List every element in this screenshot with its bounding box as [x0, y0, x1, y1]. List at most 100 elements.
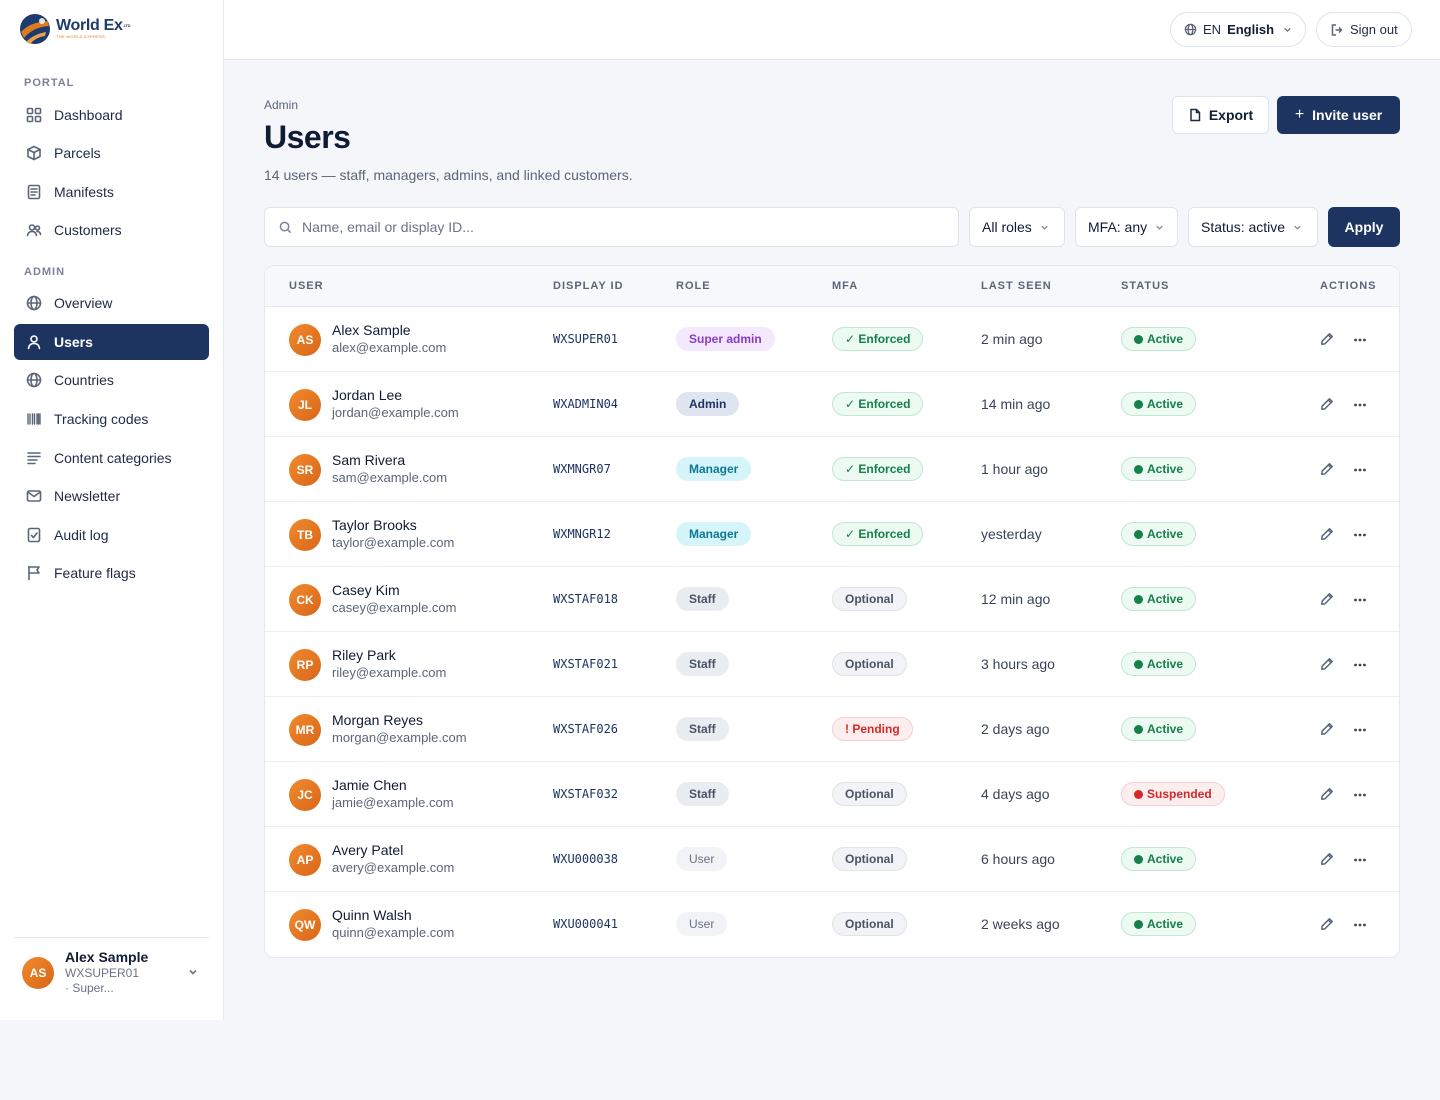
more-options-icon[interactable] [1353, 398, 1367, 412]
status-label: Active [1147, 527, 1184, 541]
edit-icon[interactable] [1320, 917, 1334, 931]
edit-icon[interactable] [1320, 332, 1334, 346]
sidebar-item-countries[interactable]: Countries [14, 362, 209, 398]
status-filter-select[interactable]: Status: active [1188, 207, 1318, 247]
sidebar-item-feature-flags[interactable]: Feature flags [14, 555, 209, 591]
table-row[interactable]: MR Morgan Reyes morgan@example.com WXSTA… [265, 697, 1399, 762]
sidebar-item-dashboard[interactable]: Dashboard [14, 97, 209, 133]
status-badge: Active [1121, 392, 1197, 416]
apply-filters-button[interactable]: Apply [1328, 207, 1400, 247]
column-header-role[interactable]: ROLE [676, 280, 711, 292]
more-options-icon[interactable] [1353, 463, 1367, 477]
sidebar-item-tracking-codes[interactable]: Tracking codes [14, 401, 209, 437]
more-options-icon[interactable] [1353, 918, 1367, 932]
user-name[interactable]: Alex Sample [332, 322, 411, 338]
edit-icon[interactable] [1320, 592, 1334, 606]
edit-icon[interactable] [1320, 397, 1334, 411]
user-name[interactable]: Sam Rivera [332, 452, 405, 468]
more-options-icon[interactable] [1353, 593, 1367, 607]
mfa-filter-select[interactable]: MFA: any [1075, 207, 1178, 247]
status-dot-icon [1134, 659, 1143, 669]
user-name[interactable]: Jamie Chen [332, 777, 407, 793]
sign-out-button[interactable]: Sign out [1316, 12, 1412, 47]
sidebar-item-overview[interactable]: Overview [14, 285, 209, 321]
user-name[interactable]: Jordan Lee [332, 387, 402, 403]
table-row[interactable]: JC Jamie Chen jamie@example.com WXSTAF03… [265, 762, 1399, 827]
role-badge: Admin [676, 392, 740, 416]
status-label: Active [1147, 722, 1184, 736]
edit-icon[interactable] [1320, 657, 1334, 671]
user-name[interactable]: Avery Patel [332, 842, 403, 858]
user-name[interactable]: Casey Kim [332, 582, 400, 598]
more-options-icon[interactable] [1353, 723, 1367, 737]
search-field[interactable] [264, 207, 959, 247]
export-button[interactable]: Export [1172, 96, 1269, 134]
edit-icon[interactable] [1320, 852, 1334, 866]
table-row[interactable]: TB Taylor Brooks taylor@example.com WXMN… [265, 502, 1399, 567]
user-email: jordan@example.com [332, 405, 459, 420]
column-header-mfa[interactable]: MFA [832, 280, 858, 292]
edit-icon[interactable] [1320, 527, 1334, 541]
role-badge: User [676, 912, 728, 936]
column-header-status[interactable]: STATUS [1121, 280, 1169, 292]
search-input[interactable] [302, 219, 922, 235]
language-selector[interactable]: EN English [1170, 12, 1306, 47]
user-name[interactable]: Taylor Brooks [332, 517, 417, 533]
edit-icon[interactable] [1320, 787, 1334, 801]
user-name[interactable]: Morgan Reyes [332, 712, 423, 728]
mfa-badge: ✓ Enforced [832, 327, 924, 351]
user-name[interactable]: Quinn Walsh [332, 907, 412, 923]
edit-icon[interactable] [1320, 722, 1334, 736]
breadcrumb[interactable]: Admin [264, 98, 298, 112]
column-header-display-id[interactable]: DISPLAY ID [553, 280, 624, 292]
sidebar-item-users[interactable]: Users [14, 324, 209, 360]
grid-icon [26, 107, 42, 123]
brand-tagline: THE WORLD EXPRESS [56, 34, 106, 39]
more-options-icon[interactable] [1353, 528, 1367, 542]
avatar: CK [289, 584, 321, 616]
more-options-icon[interactable] [1353, 658, 1367, 672]
role-badge: Staff [676, 782, 729, 806]
more-options-icon[interactable] [1353, 788, 1367, 802]
invite-user-button[interactable]: + Invite user [1277, 96, 1400, 134]
globe-icon [26, 295, 42, 311]
column-header-last-seen[interactable]: LAST SEEN [981, 280, 1052, 292]
sidebar-item-parcels[interactable]: Parcels [14, 135, 209, 171]
sidebar-item-label: Parcels [54, 145, 101, 161]
avatar: JL [289, 389, 321, 421]
mfa-filter-value: MFA: any [1088, 219, 1148, 235]
sidebar-item-audit-log[interactable]: Audit log [14, 517, 209, 553]
user-name[interactable]: Riley Park [332, 647, 396, 663]
column-header-user[interactable]: USER [289, 280, 324, 292]
sidebar-item-newsletter[interactable]: Newsletter [14, 478, 209, 514]
table-row[interactable]: SR Sam Rivera sam@example.com WXMNGR07 M… [265, 437, 1399, 502]
mfa-badge: Optional [832, 587, 907, 611]
status-dot-icon [1134, 399, 1143, 409]
edit-icon[interactable] [1320, 462, 1334, 476]
current-user-card[interactable]: AS Alex Sample WXSUPER01 · Super... [14, 937, 209, 1007]
more-options-icon[interactable] [1353, 853, 1367, 867]
table-row[interactable]: CK Casey Kim casey@example.com WXSTAF018… [265, 567, 1399, 632]
status-dot-icon [1134, 529, 1143, 539]
display-id: WXU000041 [553, 917, 619, 931]
table-row[interactable]: AS Alex Sample alex@example.com WXSUPER0… [265, 307, 1399, 372]
table-row[interactable]: AP Avery Patel avery@example.com WXU0000… [265, 827, 1399, 892]
role-badge: Staff [676, 587, 729, 611]
topbar: EN English Sign out [224, 0, 1440, 60]
role-filter-select[interactable]: All roles [969, 207, 1065, 247]
last-seen: 2 min ago [981, 331, 1043, 347]
table-row[interactable]: QW Quinn Walsh quinn@example.com WXU0000… [265, 892, 1399, 957]
table-row[interactable]: RP Riley Park riley@example.com WXSTAF02… [265, 632, 1399, 697]
user-email: alex@example.com [332, 340, 447, 355]
display-id: WXSTAF018 [553, 592, 619, 606]
table-row[interactable]: JL Jordan Lee jordan@example.com WXADMIN… [265, 372, 1399, 437]
status-badge: Active [1121, 717, 1197, 741]
sidebar-item-label: Users [54, 334, 93, 350]
sidebar-item-content-categories[interactable]: Content categories [14, 440, 209, 476]
sidebar-item-label: Dashboard [54, 107, 123, 123]
sidebar-item-manifests[interactable]: Manifests [14, 174, 209, 210]
more-options-icon[interactable] [1353, 333, 1367, 347]
display-id: WXU000038 [553, 852, 619, 866]
brand-logo[interactable]: World ExLTD THE WORLD EXPRESS [18, 12, 131, 46]
sidebar-item-customers[interactable]: Customers [14, 212, 209, 248]
